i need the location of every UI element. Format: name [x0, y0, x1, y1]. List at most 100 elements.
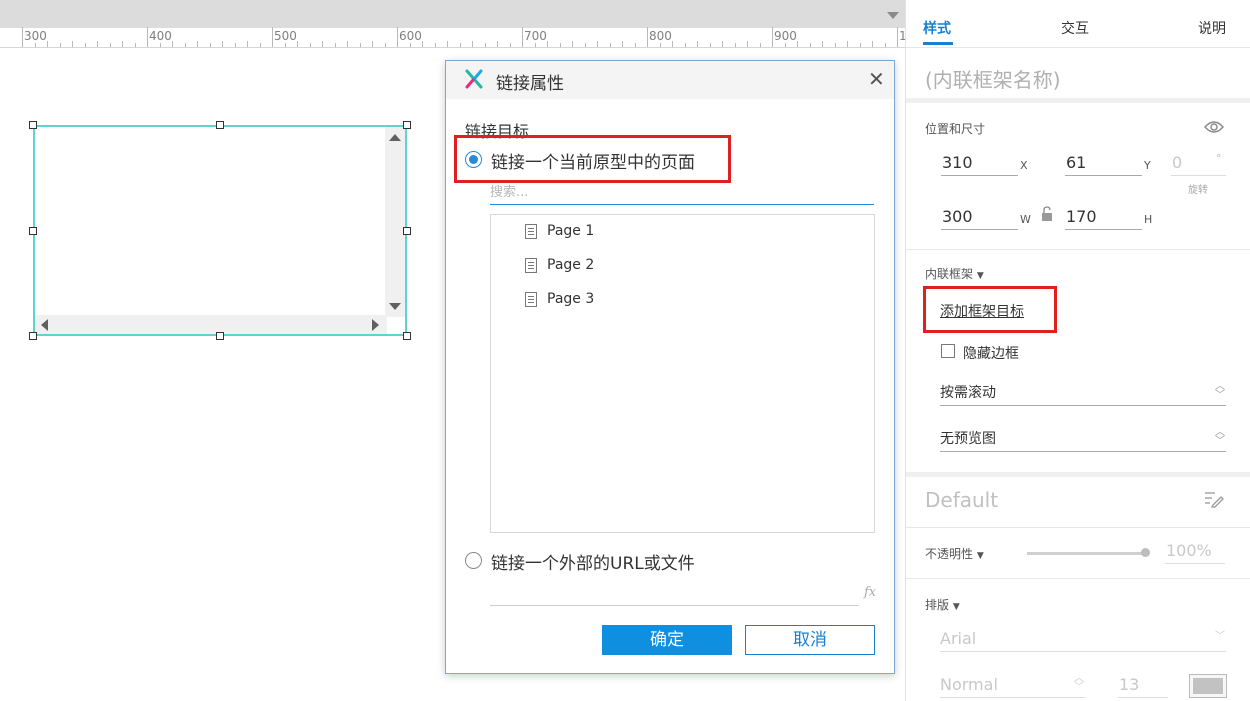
ruler-tick — [359, 43, 361, 47]
radio-url-option[interactable] — [465, 552, 482, 569]
horizontal-ruler: 300 400 500 600 700 800 900 1 — [0, 27, 907, 48]
ruler-tick — [834, 43, 836, 47]
page-tree-item-2[interactable]: Page 2 — [525, 254, 594, 276]
inline-frame-label: 内联框架 — [925, 267, 974, 281]
scroll-left-icon[interactable] — [41, 319, 48, 331]
ruler-tick — [309, 43, 311, 47]
widget-name-field[interactable]: (内联框架名称) — [925, 64, 1061, 93]
unlock-icon[interactable] — [1041, 206, 1053, 222]
ruler-tick — [534, 43, 536, 47]
font-size-field[interactable]: 13 — [1118, 672, 1168, 698]
cancel-button[interactable]: 取消 — [745, 625, 875, 655]
opacity-section-label[interactable]: 不透明性 ▼ — [925, 545, 984, 562]
h-axis-label: H — [1144, 213, 1153, 226]
page-option-label[interactable]: 链接一个当前原型中的页面 — [491, 148, 695, 173]
ruler-tick — [284, 43, 286, 47]
font-family-select[interactable]: Arial ﹀ — [940, 626, 1226, 652]
height-field[interactable]: 170 — [1065, 204, 1142, 230]
radio-page-option[interactable] — [465, 151, 482, 168]
page-icon — [525, 291, 537, 307]
ok-button[interactable]: 确定 — [602, 625, 732, 655]
page-tree-item-1[interactable]: Page 1 — [525, 220, 594, 242]
resize-handle-right[interactable] — [403, 227, 411, 235]
preview-select[interactable]: 无预览图 ︿ ﹀ — [940, 426, 1226, 452]
page-icon — [525, 223, 537, 239]
ruler-tick — [822, 41, 823, 47]
ruler-tick — [122, 41, 123, 47]
inline-frame-section-label[interactable]: 内联框架 ▼ — [925, 265, 984, 282]
ruler-tick — [384, 43, 386, 47]
canvas-top-bar — [0, 0, 905, 28]
w-axis-label: W — [1020, 213, 1031, 226]
edit-style-icon[interactable] — [1204, 490, 1224, 508]
ruler-tick — [134, 43, 136, 47]
ruler-label: 600 — [399, 29, 422, 43]
font-family-value: Arial — [940, 629, 977, 648]
typography-section-label[interactable]: 排版 ▼ — [925, 596, 960, 613]
ruler-tick — [634, 43, 636, 47]
add-frame-target-link[interactable]: 添加框架目标 — [940, 301, 1024, 321]
ruler-tick — [559, 43, 561, 47]
resize-handle-top-right[interactable] — [403, 121, 411, 129]
font-color-swatch[interactable] — [1189, 674, 1227, 698]
opacity-slider-track[interactable] — [1027, 552, 1145, 555]
rotation-unit: ° — [1216, 152, 1222, 165]
ruler-tick — [709, 43, 711, 47]
page-tree-item-label: Page 1 — [547, 223, 595, 239]
tab-interactions[interactable]: 交互 — [1061, 18, 1089, 38]
tab-notes[interactable]: 说明 — [1198, 18, 1226, 38]
eye-icon[interactable] — [1204, 120, 1224, 134]
resize-handle-left[interactable] — [29, 227, 37, 235]
ruler-tick — [59, 43, 61, 47]
resize-handle-bottom-left[interactable] — [29, 332, 37, 340]
resize-handle-top[interactable] — [216, 121, 224, 129]
opacity-field[interactable]: 100% — [1165, 538, 1225, 564]
ruler-tick — [609, 43, 611, 47]
ruler-tick — [372, 41, 373, 47]
inline-frame-widget[interactable] — [33, 125, 407, 336]
ruler-tick — [234, 43, 236, 47]
ruler-tick — [109, 43, 111, 47]
style-name[interactable]: Default — [925, 488, 998, 512]
width-field[interactable]: 300 — [941, 204, 1018, 230]
y-field[interactable]: 61 — [1065, 150, 1142, 176]
typography-label: 排版 — [925, 598, 950, 612]
ruler-tick — [147, 27, 148, 47]
ruler-label: 900 — [774, 29, 797, 43]
ruler-tick — [172, 41, 173, 47]
font-weight-select[interactable]: Normal ︿ ﹀ — [940, 672, 1085, 698]
horizontal-scrollbar[interactable] — [35, 315, 387, 334]
ruler-tick — [747, 41, 748, 47]
hide-border-checkbox[interactable] — [941, 344, 955, 358]
ruler-tick — [259, 43, 261, 47]
resize-handle-top-left[interactable] — [29, 121, 37, 129]
page-dropdown-icon[interactable] — [887, 12, 899, 19]
ruler-tick — [222, 41, 223, 47]
x-field[interactable]: 310 — [941, 150, 1018, 176]
ruler-tick — [447, 41, 448, 47]
page-tree[interactable]: Page 1 Page 2 Page 3 — [490, 214, 875, 533]
resize-handle-bottom-right[interactable] — [403, 332, 411, 340]
inspector-panel: 样式 交互 说明 (内联框架名称) 位置和尺寸 310 X 61 Y 0 ° 旋… — [905, 0, 1250, 701]
scroll-down-icon[interactable] — [389, 303, 401, 310]
rotation-label: 旋转 — [1188, 185, 1208, 196]
vertical-scrollbar[interactable] — [385, 127, 405, 317]
scroll-right-icon[interactable] — [372, 319, 379, 331]
page-search-input[interactable] — [490, 181, 874, 205]
resize-handle-bottom[interactable] — [216, 332, 224, 340]
ruler-tick — [884, 43, 886, 47]
close-icon[interactable]: ✕ — [868, 69, 885, 89]
url-option-label[interactable]: 链接一个外部的URL或文件 — [491, 549, 695, 574]
ruler-tick — [159, 43, 161, 47]
tab-style[interactable]: 样式 — [923, 18, 951, 38]
ruler-tick — [347, 41, 348, 47]
dialog-title: 链接属性 — [496, 74, 564, 94]
ruler-tick — [22, 27, 23, 47]
scrolling-select[interactable]: 按需滚动 ︿ ﹀ — [940, 380, 1226, 406]
page-tree-item-3[interactable]: Page 3 — [525, 288, 594, 310]
ruler-tick — [697, 41, 698, 47]
url-input[interactable] — [490, 586, 859, 606]
opacity-slider-handle[interactable] — [1141, 548, 1150, 557]
scroll-up-icon[interactable] — [389, 134, 401, 141]
fx-icon[interactable]: fx — [864, 585, 876, 600]
